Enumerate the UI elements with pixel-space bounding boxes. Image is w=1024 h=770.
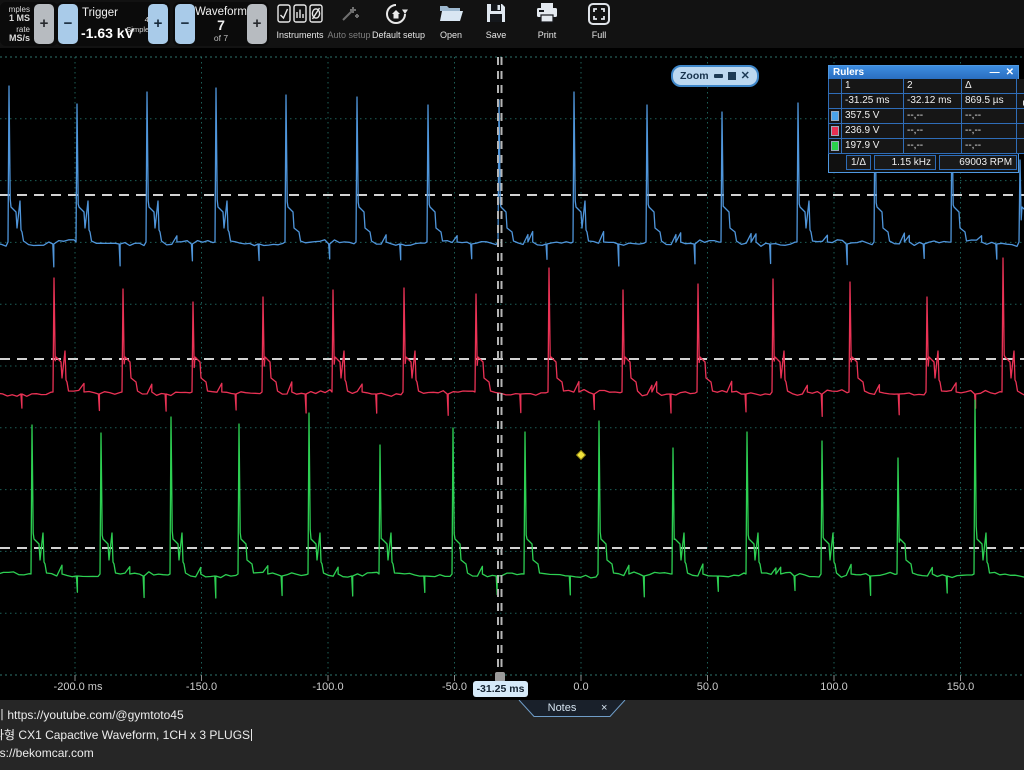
samplerate-value: MS/s: [0, 34, 30, 43]
print-label: Print: [523, 30, 571, 40]
channel-b-trace: [0, 258, 1024, 416]
zoom-overlay: Zoom ✕: [671, 65, 759, 87]
rulers-panel: Rulers — ✕ 1 2 Δ -31.25 ms -32.12 ms 869…: [828, 65, 1019, 173]
auto-setup-button: Auto setup: [325, 2, 373, 46]
rulers-column-2: 2: [903, 79, 962, 94]
rulers-close-button[interactable]: ✕: [1006, 67, 1014, 78]
instruments-icon: [276, 2, 324, 30]
rulers-header-row: 1 2 Δ: [829, 79, 1018, 94]
full-icon: [575, 2, 623, 30]
open-label: Open: [427, 30, 475, 40]
text-cursor: [251, 729, 252, 741]
channel-c-ruler-1: 197.9 V: [841, 139, 904, 154]
axis-tick-label: -150.0: [186, 681, 217, 693]
axis-tick-label: -100.0: [312, 681, 343, 693]
notes-tab[interactable]: Notes ×: [517, 700, 629, 718]
one-over-delta-label: 1/Δ: [846, 155, 871, 170]
channel-b-ruler-1: 236.9 V: [841, 124, 904, 139]
rulers-channel-c-row: 197.9 V --,-- --,--: [829, 139, 1018, 154]
rulers-footer-row: 1/Δ 1.15 kHz 69003 RPM: [829, 154, 1018, 172]
rulers-column-1: 1: [841, 79, 904, 94]
print-icon: [523, 2, 571, 30]
notes-tab-close-icon[interactable]: ×: [601, 702, 607, 714]
zoom-minimize-icon[interactable]: [714, 74, 723, 78]
save-label: Save: [472, 30, 520, 40]
waveform-number: 7: [195, 18, 247, 33]
waveform-next-button[interactable]: +: [247, 4, 267, 44]
axis-tick-label: 150.0: [947, 681, 975, 693]
trigger-increase-button[interactable]: +: [148, 4, 168, 44]
zoom-overlay-label: Zoom: [680, 70, 709, 82]
note-line-1: 비 https://youtube.com/@gymtoto45: [0, 706, 184, 723]
channel-c-ruler-2: --,--: [903, 139, 962, 154]
rulers-column-delta: Δ: [961, 79, 1017, 94]
waveform-marker-diamond[interactable]: [576, 450, 585, 459]
default-setup-button[interactable]: Default setup: [372, 2, 420, 46]
rulers-time-row: -31.25 ms -32.12 ms 869.5 µs: [829, 94, 1018, 109]
axis-tick-label: 0.0: [573, 681, 588, 693]
samples-value: 1 MS: [0, 14, 30, 23]
rulers-channel-a-row: 357.5 V --,-- --,--: [829, 109, 1018, 124]
channel-b-swatch: [831, 126, 839, 136]
note-line-3: ps://bekomcar.com: [0, 746, 94, 760]
note-line-2: 파형 CX1 Capactive Waveform, 1CH x 3 PLUGS: [0, 726, 252, 743]
full-label: Full: [575, 30, 623, 40]
waveform-buffer-panel[interactable]: − Waveform 7 of 7 +: [173, 2, 269, 46]
channel-c-swatch: [831, 141, 839, 151]
time-ruler-1-value: -31.25 ms: [841, 94, 904, 109]
samples-panel[interactable]: mples 1 MS rate MS/s +: [0, 2, 58, 46]
open-button[interactable]: Open: [427, 2, 475, 46]
channel-a-ruler-1: 357.5 V: [841, 109, 904, 124]
trigger-decrease-button[interactable]: −: [58, 4, 78, 44]
axis-tick-label: 50.0: [697, 681, 718, 693]
waveform-buffer-info: Waveform 7 of 7: [195, 2, 247, 43]
axis-tick-label: 100.0: [820, 681, 848, 693]
toolbar: mples 1 MS rate MS/s + − Trigger -1.63 k…: [0, 0, 1024, 49]
axis-tick-label: -50.0: [442, 681, 467, 693]
print-button[interactable]: Print: [523, 2, 571, 46]
auto-setup-label: Auto setup: [325, 30, 373, 40]
notes-bar[interactable]: Notes × 비 https://youtube.com/@gymtoto45…: [0, 700, 1024, 770]
auto-setup-icon: [325, 2, 373, 30]
waveform-count: of 7: [195, 33, 247, 43]
zoom-window-icon[interactable]: [728, 72, 736, 80]
rulers-minimize-button[interactable]: —: [990, 67, 1000, 78]
rulers-channel-b-row: 236.9 V --,-- --,--: [829, 124, 1018, 139]
channel-c-delta: --,--: [961, 139, 1017, 154]
zoom-close-icon[interactable]: ✕: [741, 71, 750, 81]
save-button[interactable]: Save: [472, 2, 520, 46]
time-ruler-value[interactable]: -31.25 ms: [473, 681, 528, 697]
default-setup-icon: [372, 2, 420, 30]
open-icon: [427, 2, 475, 30]
channel-a-ruler-2: --,--: [903, 109, 962, 124]
instruments-button[interactable]: Instruments: [276, 2, 324, 46]
channel-a-delta: --,--: [961, 109, 1017, 124]
channel-b-delta: --,--: [961, 124, 1017, 139]
delta-rpm: 69003 RPM: [939, 155, 1017, 170]
default-setup-label: Default setup: [372, 30, 420, 40]
delta-frequency: 1.15 kHz: [874, 155, 936, 170]
trigger-panel[interactable]: − Trigger -1.63 kV A 49.8 % Simple edge …: [56, 2, 170, 46]
axis-tick-label: -200.0 ms: [54, 681, 103, 693]
instruments-label: Instruments: [276, 30, 324, 40]
channel-b-ruler-2: --,--: [903, 124, 962, 139]
samples-increase-button[interactable]: +: [34, 4, 54, 44]
notes-tab-label: Notes: [517, 702, 607, 714]
rulers-panel-title: Rulers: [833, 67, 984, 78]
time-ruler-2-value: -32.12 ms: [903, 94, 962, 109]
oscilloscope-window: mples 1 MS rate MS/s + − Trigger -1.63 k…: [0, 0, 1024, 770]
channel-c-trace: [0, 400, 1024, 598]
waveform-previous-button[interactable]: −: [175, 4, 195, 44]
save-icon: [472, 2, 520, 30]
full-button[interactable]: Full: [575, 2, 623, 46]
time-delta-value: 869.5 µs: [961, 94, 1017, 109]
trigger-title: Trigger: [82, 7, 118, 19]
channel-a-swatch: [831, 111, 839, 121]
